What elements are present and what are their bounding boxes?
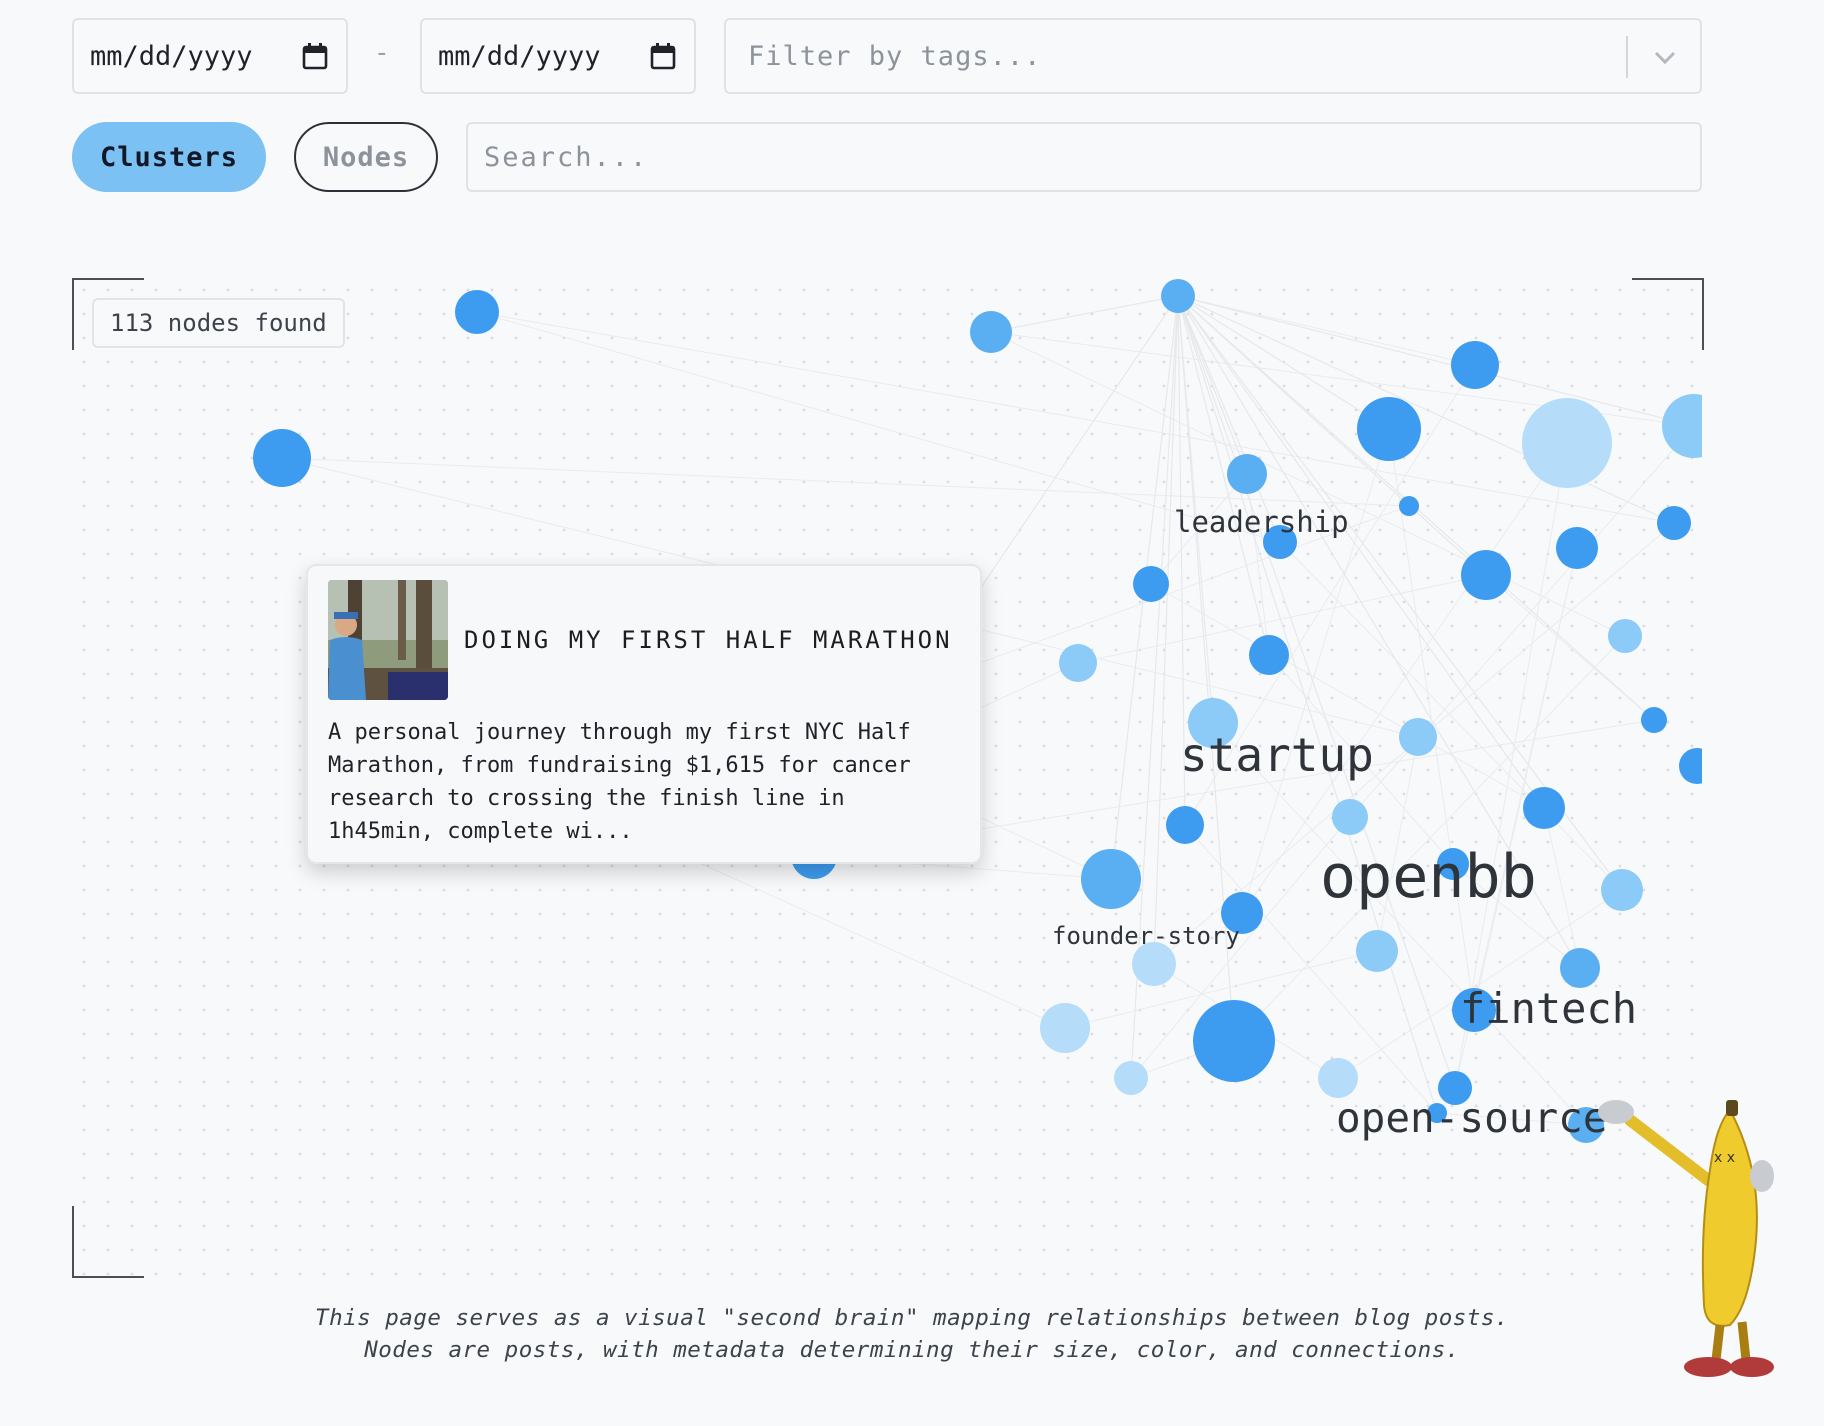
node-count-badge: 113 nodes found	[92, 298, 345, 348]
cluster-label-leadership[interactable]: leadership	[1174, 505, 1349, 539]
cluster-label-openbb[interactable]: openbb	[1320, 842, 1537, 912]
graph-node[interactable]	[1332, 799, 1368, 835]
graph-edge	[1349, 425, 1695, 818]
graph-node[interactable]	[1249, 635, 1289, 675]
select-divider	[1626, 36, 1628, 78]
graph-node[interactable]	[1522, 398, 1612, 488]
post-excerpt: A personal journey through my first NYC …	[328, 720, 911, 844]
graph-node[interactable]	[1399, 496, 1419, 516]
cluster-label-startup[interactable]: startup	[1180, 728, 1374, 782]
description-line-2: Nodes are posts, with metadata determini…	[364, 1337, 1460, 1363]
graph-node[interactable]	[970, 311, 1012, 353]
banana-mascot: x x	[1598, 1100, 1774, 1377]
end-date-input[interactable]: mm/dd/yyyy	[420, 18, 696, 94]
start-date-input[interactable]: mm/dd/yyyy	[72, 18, 348, 94]
graph-node[interactable]	[1560, 948, 1600, 988]
graph-node[interactable]	[1662, 394, 1702, 458]
calendar-icon[interactable]	[302, 42, 328, 70]
graph-node[interactable]	[1451, 341, 1499, 389]
clusters-button[interactable]: Clusters	[72, 122, 266, 192]
graph-node[interactable]	[1161, 279, 1195, 313]
graph-edge	[1388, 428, 1475, 1011]
search-placeholder: Search...	[484, 141, 649, 173]
graph-node[interactable]	[1399, 718, 1437, 756]
graph-edge	[1177, 295, 1695, 427]
graph-node[interactable]	[1556, 527, 1598, 569]
graph-node[interactable]	[1114, 1061, 1148, 1095]
cluster-label-fintech[interactable]: fintech	[1460, 984, 1637, 1033]
graph-node[interactable]	[1166, 806, 1204, 844]
graph-node[interactable]	[1059, 644, 1097, 682]
graph-node[interactable]	[1133, 566, 1169, 602]
graph-edge	[1177, 295, 1390, 430]
graph-node[interactable]	[253, 429, 311, 487]
post-thumbnail	[328, 580, 448, 700]
graph-node[interactable]	[1641, 707, 1667, 733]
post-preview-card[interactable]: DOING MY FIRST HALF MARATHON A personal …	[306, 564, 982, 864]
svg-text:x x: x x	[1714, 1150, 1735, 1166]
chevron-down-icon[interactable]	[1650, 42, 1680, 72]
tag-filter-select[interactable]: Filter by tags...	[724, 18, 1702, 94]
graph-node[interactable]	[1679, 748, 1702, 784]
graph-node[interactable]	[455, 290, 499, 334]
graph-node[interactable]	[1356, 930, 1398, 972]
graph-node[interactable]	[1523, 787, 1565, 829]
graph-node[interactable]	[1461, 550, 1511, 600]
graph-node[interactable]	[1608, 619, 1642, 653]
graph-edge	[476, 311, 1281, 543]
description-line-1: This page serves as a visual "second bra…	[315, 1305, 1509, 1331]
graph-node[interactable]	[1601, 869, 1643, 911]
cluster-label-open-source[interactable]: open-source	[1336, 1094, 1608, 1142]
graph-edge	[1543, 807, 1581, 969]
frame-corner-bottom-left	[72, 1206, 144, 1278]
graph-node[interactable]	[1318, 1058, 1358, 1098]
date-range-separator: -	[374, 38, 390, 68]
page-description: This page serves as a visual "second bra…	[0, 1302, 1824, 1366]
graph-node[interactable]	[1227, 454, 1267, 494]
graph-edge	[1212, 722, 1587, 1126]
frame-corner-top-right	[1632, 278, 1704, 350]
graph-node[interactable]	[1193, 1000, 1275, 1082]
calendar-icon[interactable]	[650, 42, 676, 70]
start-date-placeholder: mm/dd/yyyy	[90, 40, 253, 72]
search-input[interactable]: Search...	[466, 122, 1702, 192]
cluster-label-founder-story[interactable]: founder-story	[1052, 922, 1240, 950]
graph-edge	[990, 295, 1179, 333]
graph-node[interactable]	[1357, 397, 1421, 461]
end-date-placeholder: mm/dd/yyyy	[438, 40, 601, 72]
nodes-button[interactable]: Nodes	[294, 122, 438, 192]
graph-node[interactable]	[1040, 1003, 1090, 1053]
tag-filter-placeholder: Filter by tags...	[748, 40, 1042, 72]
post-title[interactable]: DOING MY FIRST HALF MARATHON	[464, 626, 953, 654]
graph-node[interactable]	[1081, 849, 1141, 909]
graph-node[interactable]	[1657, 506, 1691, 540]
